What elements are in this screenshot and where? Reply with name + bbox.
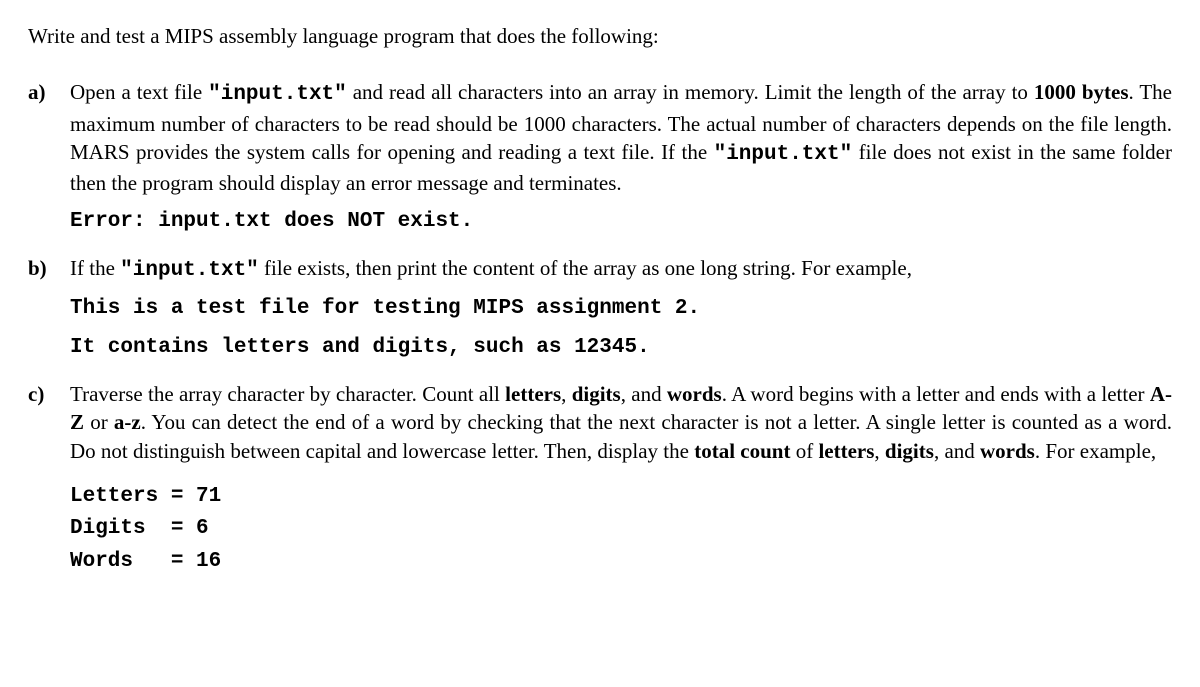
text: If the	[70, 256, 120, 280]
text: of	[790, 439, 818, 463]
text: , and	[934, 439, 980, 463]
text: . For example,	[1035, 439, 1156, 463]
kw-words: words	[667, 382, 722, 406]
marker-c: c)	[28, 380, 70, 408]
kw-digits-2: digits	[885, 439, 934, 463]
filename: "input.txt"	[120, 259, 259, 282]
para-b: If the "input.txt" file exists, then pri…	[70, 254, 1172, 285]
content-b: If the "input.txt" file exists, then pri…	[70, 254, 1172, 366]
list-item-b: b) If the "input.txt" file exists, then …	[28, 254, 1172, 366]
kw-digits: digits	[572, 382, 621, 406]
output-words: Words = 16	[70, 548, 1172, 576]
output-letters: Letters = 71	[70, 483, 1172, 511]
filename: "input.txt"	[714, 143, 853, 166]
text: and read all characters into an array in…	[347, 80, 1034, 104]
text: file exists, then print the content of t…	[259, 256, 912, 280]
text: Open a text file	[70, 80, 208, 104]
intro-text: Write and test a MIPS assembly language …	[28, 22, 1172, 50]
kw-letters-2: letters	[818, 439, 874, 463]
para-a: Open a text file "input.txt" and read al…	[70, 78, 1172, 197]
list-item-a: a) Open a text file "input.txt" and read…	[28, 78, 1172, 240]
filename: "input.txt"	[208, 83, 347, 106]
error-message: Error: input.txt does NOT exist.	[70, 208, 1172, 236]
text: . A word begins with a letter and ends w…	[722, 382, 1150, 406]
list-item-c: c) Traverse the array character by chara…	[28, 380, 1172, 580]
marker-a: a)	[28, 78, 70, 106]
kw-letters: letters	[505, 382, 561, 406]
text: ,	[874, 439, 885, 463]
text: Traverse the array character by characte…	[70, 382, 505, 406]
para-c: Traverse the array character by characte…	[70, 380, 1172, 465]
content-a: Open a text file "input.txt" and read al…	[70, 78, 1172, 240]
kw-total-count: total count	[694, 439, 790, 463]
output-digits: Digits = 6	[70, 515, 1172, 543]
text: , and	[621, 382, 667, 406]
text: or	[84, 410, 114, 434]
sample-line-1: This is a test file for testing MIPS ass…	[70, 295, 1172, 323]
range-lower: a-z	[114, 410, 141, 434]
kw-words-2: words	[980, 439, 1035, 463]
marker-b: b)	[28, 254, 70, 282]
text: ,	[561, 382, 572, 406]
content-c: Traverse the array character by characte…	[70, 380, 1172, 580]
bytes-limit: 1000 bytes	[1034, 80, 1129, 104]
sample-line-2: It contains letters and digits, such as …	[70, 334, 1172, 362]
